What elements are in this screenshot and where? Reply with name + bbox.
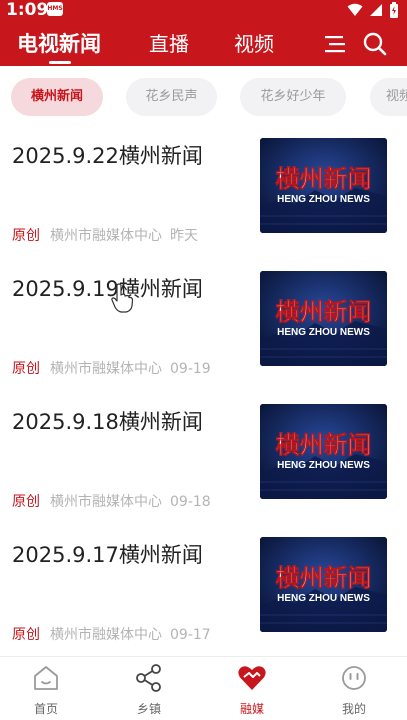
chip-huaxiang-minsheng[interactable]: 花乡民声 [126,78,217,116]
news-meta: 原创 横州市融媒体中心 09-17 [12,625,211,645]
news-title[interactable]: 2025.9.17横州新闻 [12,540,203,570]
news-title[interactable]: 2025.9.18横州新闻 [12,407,203,437]
news-source: 横州市融媒体中心 [50,627,162,643]
chip-video[interactable]: 视频 [370,78,407,116]
status-time: 1:09 [6,0,49,20]
tab-live[interactable]: 直播 [149,30,189,58]
thumb-subtitle: HENG ZHOU NEWS [277,593,370,604]
wifi-icon [347,3,363,16]
chip-huaxiang-youth[interactable]: 花乡好少年 [240,78,346,116]
active-tab-indicator [49,61,71,64]
battery-icon [390,2,398,18]
smiley-icon [342,666,366,690]
bottom-nav: 首页 乡镇 融媒 我的 [0,656,407,720]
tab-video[interactable]: 视频 [234,30,274,58]
news-item[interactable]: 2025.9.19横州新闻 原创 横州市融媒体中心 09-19 横州新闻 HENG … [0,266,407,399]
hand-cursor-icon [111,283,134,313]
thumb-title: 横州新闻 [276,431,372,459]
channel-chip-bar: 横州新闻 花乡民声 花乡好少年 视频 [0,66,407,128]
thumb-title: 横州新闻 [276,165,372,193]
top-tab-bar: 电视新闻 直播 视频 [0,22,407,66]
news-meta: 原创 横州市融媒体中心 昨天 [12,226,198,246]
origin-tag: 原创 [12,228,40,244]
news-meta: 原创 横州市融媒体中心 09-19 [12,359,211,379]
nav-media-label: 融媒 [239,702,264,716]
news-thumbnail[interactable]: 横州新闻 HENG ZHOU NEWS [260,138,387,233]
origin-tag: 原创 [12,494,40,510]
news-meta: 原创 横州市融媒体中心 09-18 [12,492,211,512]
search-icon[interactable] [362,31,388,57]
notification-badge: HMS [47,2,63,16]
news-date: 昨天 [170,228,198,244]
thumb-subtitle: HENG ZHOU NEWS [277,460,370,471]
news-date: 09-18 [170,494,211,510]
chip-hengzhou-news[interactable]: 横州新闻 [11,78,103,116]
thumb-title: 横州新闻 [276,564,372,592]
news-title[interactable]: 2025.9.19横州新闻 [12,274,203,304]
nav-home-label: 首页 [33,702,58,716]
thumb-subtitle: HENG ZHOU NEWS [277,327,370,338]
thumb-subtitle: HENG ZHOU NEWS [277,194,370,205]
share-icon [136,664,161,692]
menu-icon[interactable] [323,31,349,57]
news-title[interactable]: 2025.9.22横州新闻 [12,141,203,171]
news-date: 09-19 [170,361,211,377]
home-icon [34,666,58,690]
news-item[interactable]: 2025.9.18横州新闻 原创 横州市融媒体中心 09-18 横州新闻 HENG … [0,399,407,532]
news-date: 09-17 [170,627,211,643]
nav-township[interactable]: 乡镇 [99,657,199,720]
status-icons [347,0,399,20]
nav-media[interactable]: 融媒 [202,657,302,720]
nav-profile[interactable]: 我的 [304,657,404,720]
origin-tag: 原创 [12,627,40,643]
thumb-title: 横州新闻 [276,298,372,326]
signal-icon [370,4,382,16]
news-item[interactable]: 2025.9.22横州新闻 原创 横州市融媒体中心 昨天 横州新闻 HENG ZHO… [0,133,407,266]
news-item[interactable]: 2025.9.17横州新闻 原创 横州市融媒体中心 09-17 横州新闻 HENG … [0,532,407,665]
news-source: 横州市融媒体中心 [50,228,162,244]
news-source: 横州市融媒体中心 [50,361,162,377]
status-bar: 1:09 HMS [0,0,407,22]
origin-tag: 原创 [12,361,40,377]
news-thumbnail[interactable]: 横州新闻 HENG ZHOU NEWS [260,271,387,366]
news-source: 横州市融媒体中心 [50,494,162,510]
nav-profile-label: 我的 [341,702,366,716]
nav-township-label: 乡镇 [136,702,161,716]
tab-tv-news[interactable]: 电视新闻 [17,30,101,58]
news-thumbnail[interactable]: 横州新闻 HENG ZHOU NEWS [260,537,387,632]
nav-home[interactable]: 首页 [0,657,96,720]
heart-icon [238,666,266,690]
news-thumbnail[interactable]: 横州新闻 HENG ZHOU NEWS [260,404,387,499]
